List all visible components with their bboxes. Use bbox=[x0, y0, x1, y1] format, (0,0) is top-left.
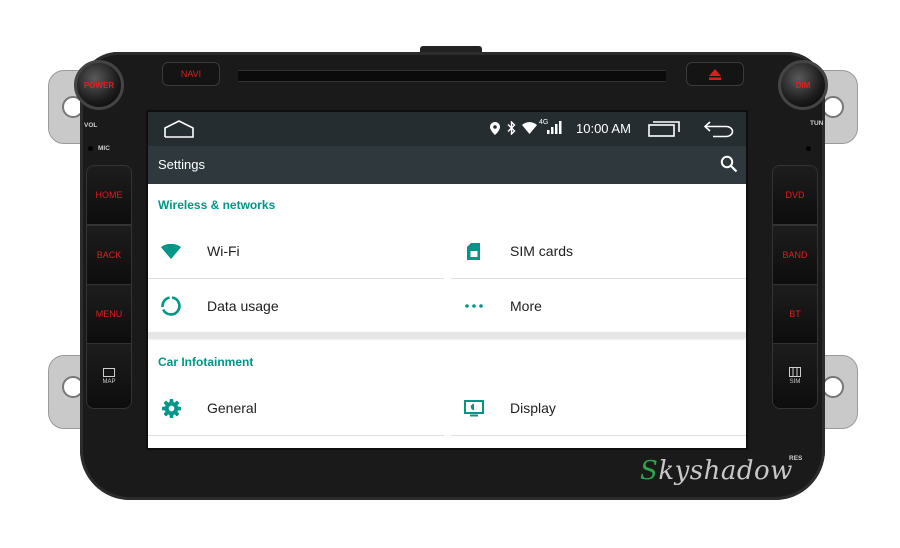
home-button[interactable]: HOME bbox=[86, 165, 132, 225]
power-label: POWER bbox=[83, 80, 115, 90]
settings-item-display[interactable]: Display bbox=[451, 385, 746, 431]
recent-apps-button[interactable] bbox=[648, 121, 680, 137]
watermark-rest: kyshadow bbox=[658, 456, 793, 486]
dvd-button[interactable]: DVD bbox=[772, 165, 818, 225]
wifi-icon bbox=[160, 240, 182, 262]
settings-item-wifi[interactable]: Wi-Fi bbox=[148, 228, 444, 274]
tun-label: TUN bbox=[810, 120, 824, 127]
eject-icon bbox=[709, 68, 721, 80]
navi-button[interactable]: NAVI bbox=[162, 62, 220, 86]
recent-apps-icon bbox=[648, 121, 680, 137]
divider bbox=[451, 278, 746, 279]
settings-item-label: Wi-Fi bbox=[207, 243, 240, 259]
section-title-wireless: Wireless & networks bbox=[158, 198, 276, 212]
map-button[interactable]: MAP bbox=[86, 343, 132, 409]
settings-item-label: General bbox=[207, 400, 257, 416]
status-bar: 4G 10:00 AM bbox=[148, 112, 746, 146]
home-label: HOME bbox=[95, 190, 123, 200]
back-button[interactable]: BACK bbox=[86, 225, 132, 285]
section-separator bbox=[148, 332, 746, 338]
settings-item-sim-cards[interactable]: SIM cards bbox=[451, 228, 746, 274]
map-label: MAP bbox=[102, 378, 116, 385]
search-icon bbox=[720, 155, 738, 173]
map-icon bbox=[103, 367, 115, 377]
eject-button[interactable] bbox=[686, 62, 744, 86]
ir-sensor bbox=[806, 146, 811, 151]
sim-card-icon bbox=[463, 240, 485, 262]
menu-label: MENU bbox=[95, 309, 123, 319]
right-bottom-mount-hole bbox=[822, 376, 844, 398]
divider bbox=[148, 435, 444, 436]
band-button[interactable]: BAND bbox=[772, 225, 818, 285]
settings-item-label: More bbox=[510, 298, 542, 314]
home-nav-icon bbox=[164, 120, 194, 138]
divider bbox=[451, 435, 746, 436]
sim-button[interactable]: SIM bbox=[772, 343, 818, 409]
search-button[interactable] bbox=[720, 155, 738, 173]
settings-item-data-usage[interactable]: Data usage bbox=[148, 283, 444, 329]
band-label: BAND bbox=[782, 250, 808, 260]
data-usage-icon bbox=[160, 295, 182, 317]
dim-knob[interactable]: DIM bbox=[778, 60, 828, 110]
home-nav-button[interactable] bbox=[164, 120, 194, 138]
settings-item-label: Data usage bbox=[207, 298, 279, 314]
dim-label: DIM bbox=[795, 80, 811, 90]
divider bbox=[148, 278, 444, 279]
power-knob[interactable]: POWER bbox=[74, 60, 124, 110]
display-icon bbox=[463, 397, 485, 419]
status-time: 10:00 AM bbox=[576, 121, 631, 136]
page-title: Settings bbox=[158, 157, 205, 172]
right-top-mount-hole bbox=[822, 96, 844, 118]
back-nav-icon bbox=[703, 121, 734, 138]
mic-label: MIC bbox=[98, 145, 110, 152]
back-label: BACK bbox=[96, 250, 122, 260]
more-dots-icon bbox=[463, 295, 485, 317]
back-nav-button[interactable] bbox=[703, 120, 734, 138]
skyshadow-watermark: Skyshadow bbox=[640, 456, 793, 486]
section-title-car-infotainment: Car Infotainment bbox=[158, 355, 254, 369]
settings-item-label: SIM cards bbox=[510, 243, 574, 259]
menu-button[interactable]: MENU bbox=[86, 284, 132, 344]
sim-label: SIM bbox=[789, 379, 801, 385]
sim-slot-icon bbox=[789, 367, 801, 377]
disc-slot bbox=[238, 70, 666, 82]
bluetooth-icon bbox=[507, 121, 516, 135]
navi-label: NAVI bbox=[180, 69, 202, 79]
watermark-first-letter: S bbox=[640, 456, 659, 486]
location-icon bbox=[490, 122, 500, 135]
settings-item-more[interactable]: More bbox=[451, 283, 746, 329]
settings-item-general[interactable]: General bbox=[148, 385, 444, 431]
vol-label: VOL bbox=[84, 122, 98, 129]
dvd-label: DVD bbox=[785, 190, 805, 200]
mic-hole bbox=[88, 146, 93, 151]
gear-icon bbox=[160, 397, 182, 419]
bt-label: BT bbox=[789, 309, 801, 319]
settings-item-label: Display bbox=[510, 400, 556, 416]
bt-button[interactable]: BT bbox=[772, 284, 818, 344]
app-bar: Settings bbox=[148, 146, 746, 184]
android-screen: 4G 10:00 AM Settings Wireless & networks… bbox=[146, 110, 748, 450]
wifi-status-icon bbox=[522, 122, 537, 134]
signal-strength-icon bbox=[547, 121, 562, 134]
